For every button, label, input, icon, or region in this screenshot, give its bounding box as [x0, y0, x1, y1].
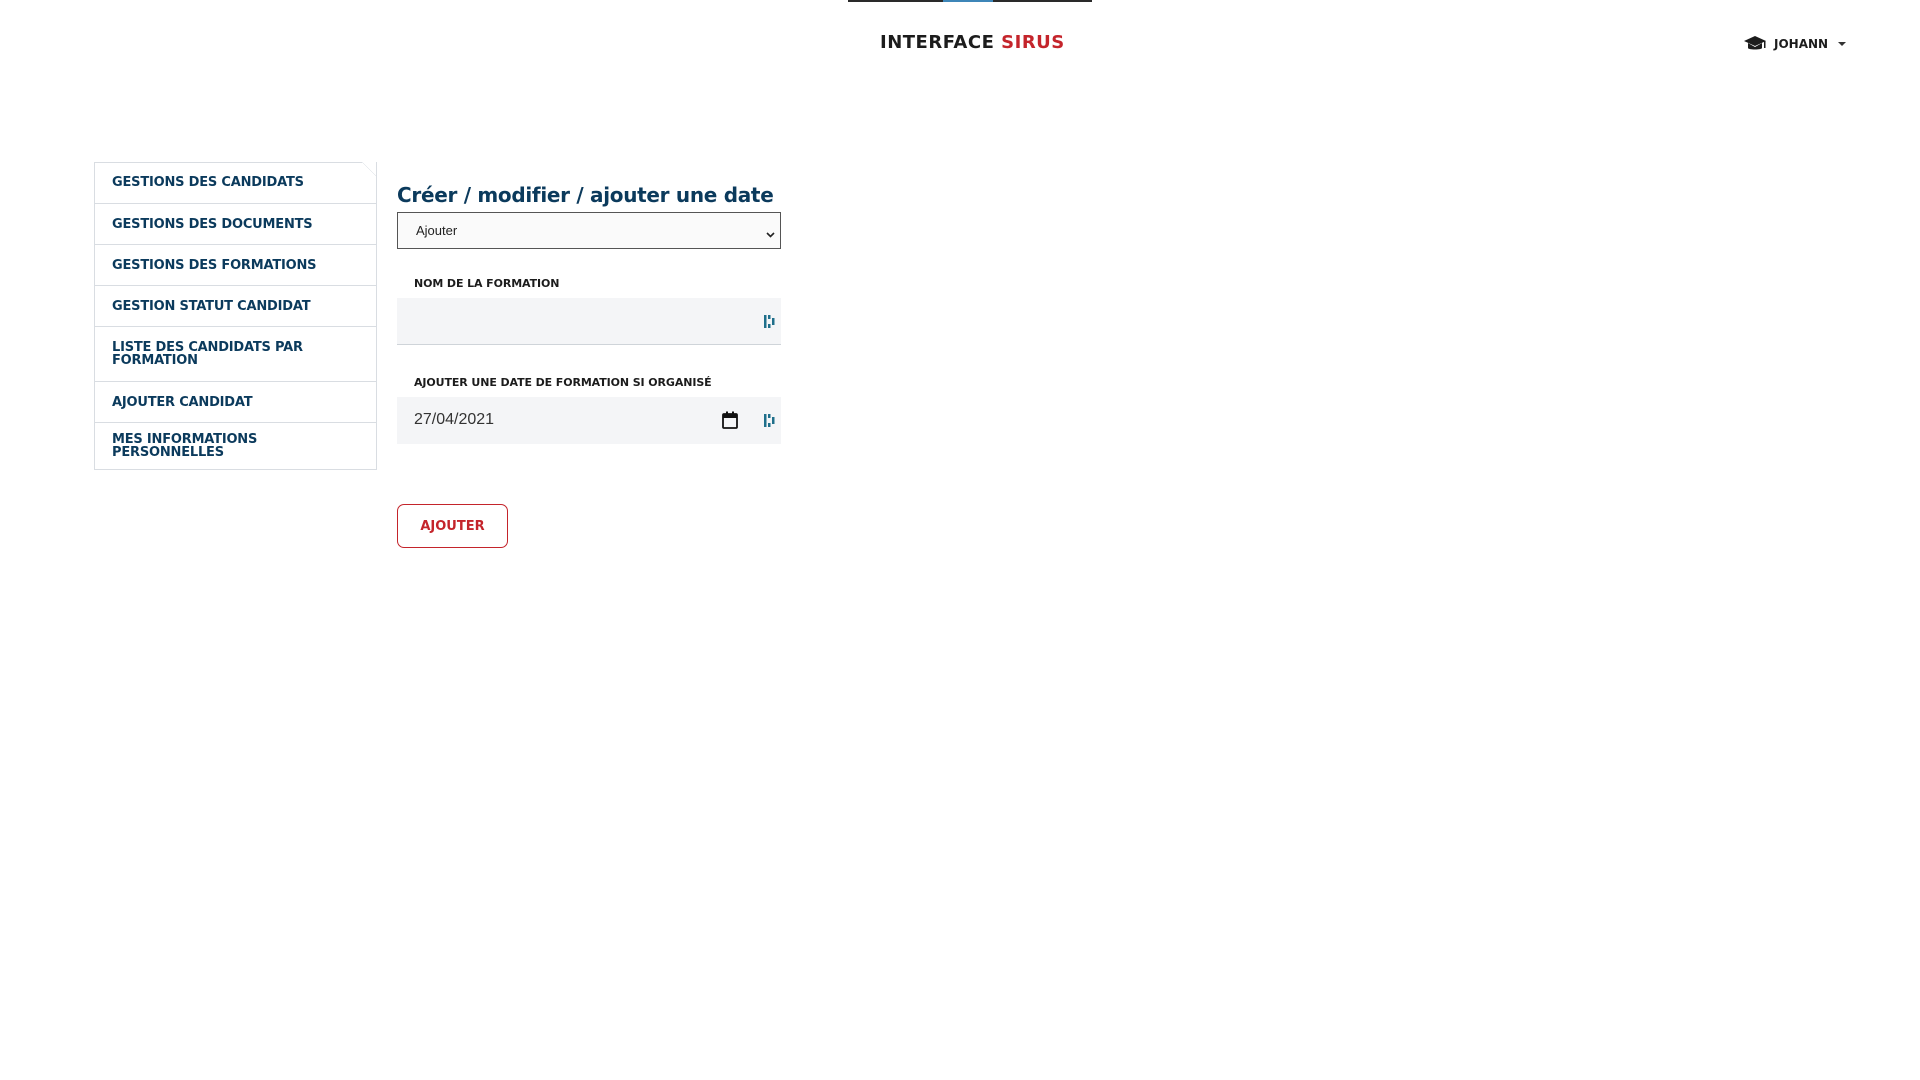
main-content: Créer / modifier / ajouter une date Ajou…	[397, 182, 781, 548]
sidebar-item-gestions-documents[interactable]: GESTIONS DES DOCUMENTS	[95, 203, 376, 244]
sidebar-item-label: GESTIONS DES DOCUMENTS	[112, 216, 313, 232]
sidebar-item-gestion-statut[interactable]: GESTION STATUT CANDIDAT	[95, 285, 376, 326]
calendar-icon[interactable]	[722, 411, 738, 429]
brand-text-sirus: SIRUS	[1001, 32, 1065, 53]
sidebar-item-gestions-candidats[interactable]: GESTIONS DES CANDIDATS	[95, 162, 376, 203]
mode-select[interactable]: Ajouter	[397, 212, 781, 249]
brand-logo: INTERFACE SIRUS	[880, 32, 1065, 53]
sidebar-nav: GESTIONS DES CANDIDATS GESTIONS DES DOCU…	[94, 162, 377, 470]
field-marker-icon	[763, 412, 776, 429]
formation-date-value: 27/04/2021	[414, 411, 495, 428]
caret-down-icon	[1838, 42, 1847, 46]
page-title: Créer / modifier / ajouter une date	[397, 183, 774, 207]
mode-select-value: Ajouter	[416, 223, 458, 238]
user-menu[interactable]: JOHANN	[1744, 33, 1847, 55]
top-progress-line	[848, 0, 1092, 2]
brand-text-interface: INTERFACE	[880, 32, 995, 53]
formation-date-label: AJOUTER UNE DATE DE FORMATION SI ORGANIS…	[414, 376, 712, 389]
chevron-down-icon	[766, 226, 775, 238]
top-progress-accent	[943, 0, 993, 2]
sidebar-item-label: AJOUTER CANDIDAT	[112, 394, 253, 410]
formation-name-input[interactable]	[397, 298, 781, 345]
sidebar-item-label: LISTE DES CANDIDATS PAR FORMATION	[112, 340, 303, 368]
sidebar-item-mes-informations[interactable]: MES INFORMATIONS PERSONNELLES	[95, 422, 376, 469]
sidebar-item-label: GESTION STATUT CANDIDAT	[112, 298, 311, 314]
formation-date-input[interactable]: 27/04/2021	[397, 397, 781, 444]
sidebar-item-label: MES INFORMATIONS PERSONNELLES	[112, 432, 258, 460]
sidebar-item-liste-candidats[interactable]: LISTE DES CANDIDATS PAR FORMATION	[95, 326, 376, 381]
graduation-cap-icon	[1744, 35, 1766, 53]
sidebar-item-label: GESTIONS DES FORMATIONS	[112, 257, 317, 273]
user-name: JOHANN	[1774, 37, 1829, 51]
sidebar-item-label: GESTIONS DES CANDIDATS	[112, 175, 304, 190]
formation-name-label: NOM DE LA FORMATION	[414, 277, 560, 290]
sidebar-item-gestions-formations[interactable]: GESTIONS DES FORMATIONS	[95, 244, 376, 285]
field-marker-icon	[763, 313, 776, 330]
ajouter-button[interactable]: AJOUTER	[397, 504, 508, 548]
sidebar-item-ajouter-candidat[interactable]: AJOUTER CANDIDAT	[95, 381, 376, 422]
